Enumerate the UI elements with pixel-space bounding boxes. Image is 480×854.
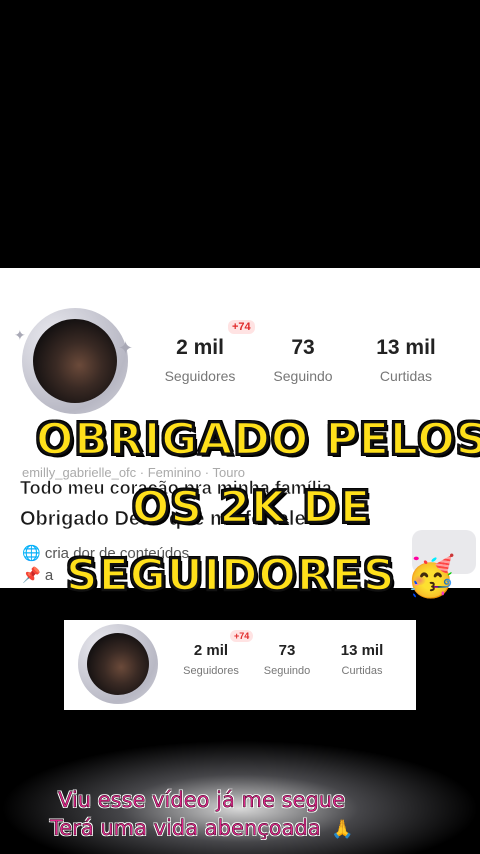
mini-likes-label: Curtidas (341, 665, 383, 677)
overlay-caption-line-2: OS 2K DE (131, 481, 372, 535)
overlay-caption-line-1: OBRIGADO PELOS (35, 413, 480, 467)
mini-avatar (78, 624, 158, 704)
avatar-photo (33, 319, 117, 403)
sparkle-icon: ✦ (14, 328, 26, 344)
mini-stat-likes: 13 mil Curtidas (330, 642, 394, 677)
globe-icon: 🌐 (22, 544, 41, 562)
pin-icon: 📌 (22, 566, 41, 584)
bottom-caption-line-2: Terá uma vida abençoada 🙏 (50, 816, 354, 841)
mini-followers-label: Seguidores (183, 665, 239, 677)
mini-avatar-photo (87, 633, 149, 695)
mini-followers-badge: +74 (230, 630, 254, 642)
mini-stat-followers: 2 mil Seguidores (176, 642, 246, 677)
praying-hands-emoji: 🙏 (331, 819, 354, 840)
stat-likes[interactable]: 13 mil Curtidas (358, 336, 454, 384)
mini-following-label: Seguindo (263, 665, 311, 677)
followers-badge: +74 (228, 320, 255, 334)
stat-followers[interactable]: 2 mil Seguidores (150, 336, 250, 384)
mini-followers-count: 2 mil (193, 642, 229, 659)
likes-count: 13 mil (376, 336, 436, 359)
following-count: 73 (291, 336, 315, 359)
mini-following-count: 73 (278, 642, 296, 659)
party-face-emoji: 🥳 (405, 554, 456, 600)
followers-label: Seguidores (164, 368, 236, 384)
bottom-caption-line-1: Viu esse vídeo já me segue (58, 788, 346, 813)
likes-label: Curtidas (379, 368, 433, 384)
mini-stat-following: 73 Seguindo (254, 642, 320, 677)
mini-likes-count: 13 mil (340, 642, 384, 659)
overlay-caption-line-3: SEGUIDORES 🥳 (65, 549, 456, 603)
overlay-caption-line-3-text: SEGUIDORES (65, 549, 396, 603)
profile-avatar[interactable] (22, 308, 128, 414)
stat-following[interactable]: 73 Seguindo (258, 336, 348, 384)
sparkle-icon: ✦ (118, 338, 134, 359)
followers-count: 2 mil (176, 336, 224, 359)
bottom-caption-line-2-text: Terá uma vida abençoada (50, 816, 321, 841)
bio-line-4: 📌 a (22, 566, 53, 584)
following-label: Seguindo (273, 368, 333, 384)
mini-profile-card: 2 mil Seguidores +74 73 Seguindo 13 mil … (64, 620, 416, 710)
bio-line-4-text: a (44, 567, 54, 584)
